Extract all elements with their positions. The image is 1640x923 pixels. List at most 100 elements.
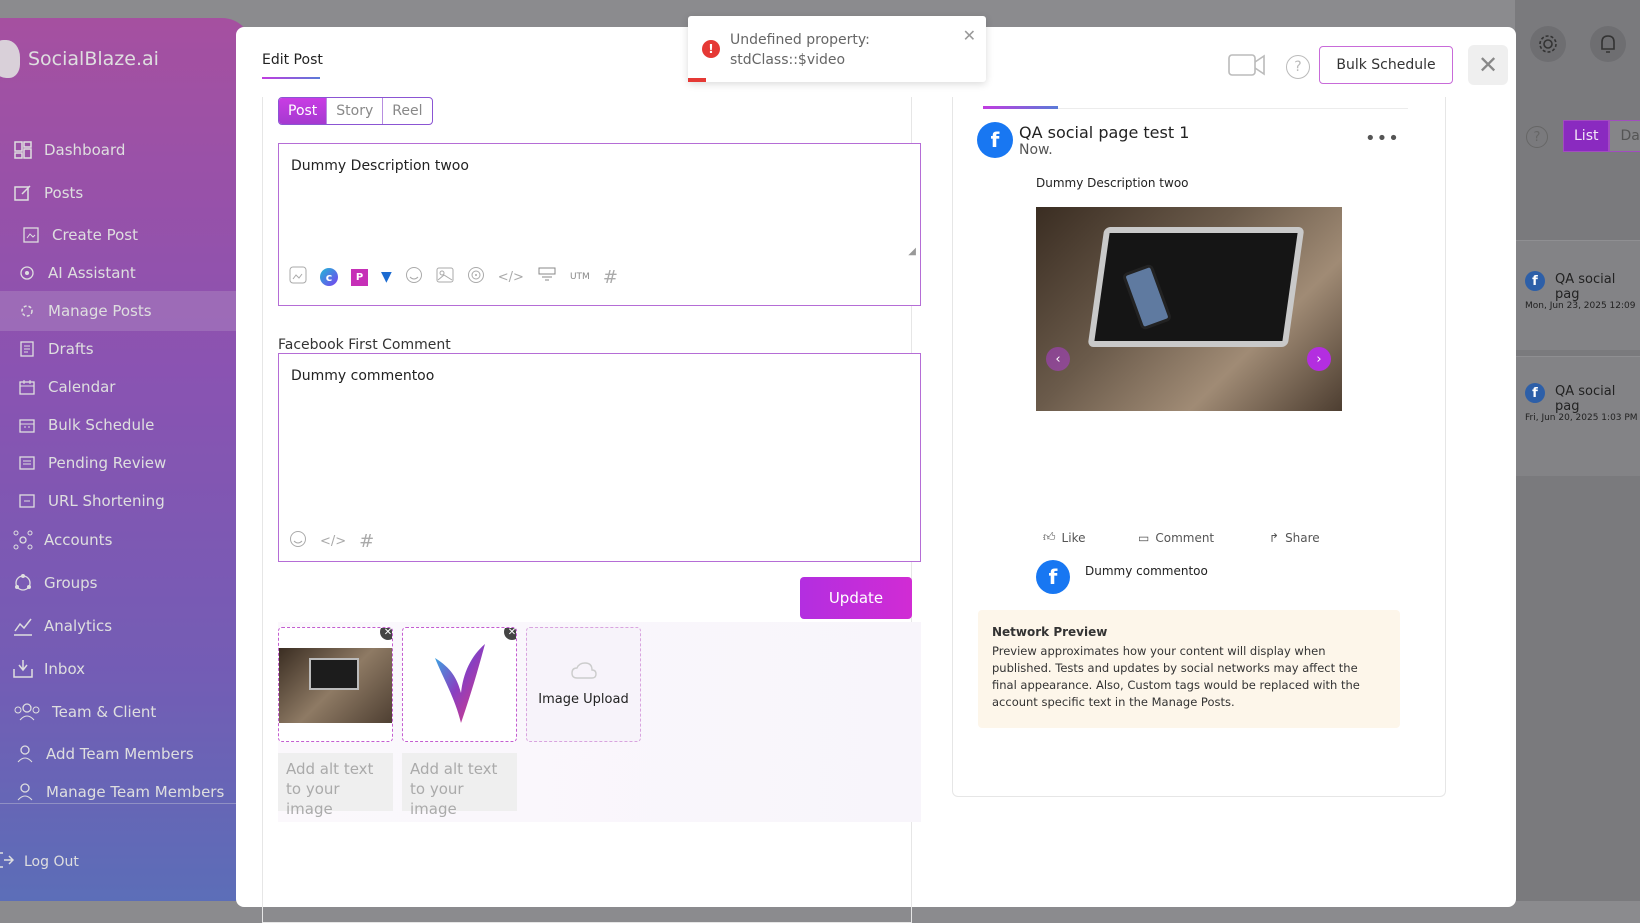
video-icon[interactable]: [1228, 53, 1266, 81]
background-help-icon[interactable]: ?: [1526, 126, 1548, 148]
hashtag-icon[interactable]: #: [359, 531, 374, 552]
facebook-icon: f: [1525, 271, 1545, 291]
sidebar-item-add-team-members[interactable]: Add Team Members: [0, 734, 252, 774]
sidebar-item-label: Posts: [44, 184, 84, 202]
sidebar-item-manage-posts[interactable]: Manage Posts: [0, 291, 252, 331]
header-icons: ?: [1228, 53, 1310, 81]
close-modal-button[interactable]: ✕: [1468, 45, 1508, 85]
vista-icon[interactable]: ▼: [381, 269, 392, 285]
update-button[interactable]: Update: [800, 577, 912, 619]
error-toast: ! Undefined property: stdClass::$video ✕: [688, 16, 986, 82]
sidebar-item-label: URL Shortening: [48, 492, 165, 510]
target-icon[interactable]: [467, 266, 485, 288]
sidebar-item-analytics[interactable]: Analytics: [0, 606, 252, 646]
card-time: Fri, Jun 20, 2025 1:03 PM: [1525, 413, 1638, 423]
tab-story[interactable]: Story: [327, 98, 384, 124]
tab-edit-post[interactable]: Edit Post: [262, 52, 323, 68]
comment-icon: ▭: [1138, 530, 1150, 545]
like-button[interactable]: 👍︎ Like: [1043, 530, 1138, 545]
sidebar-item-create-post[interactable]: Create Post: [0, 215, 252, 255]
emoji-icon[interactable]: [289, 530, 307, 552]
settings-icon[interactable]: [1530, 26, 1566, 62]
canva-icon[interactable]: c: [320, 268, 338, 286]
alt-text-input[interactable]: Add alt text to your image: [278, 753, 393, 818]
share-icon: ↱: [1269, 530, 1280, 545]
manage-posts-icon: [16, 300, 38, 322]
stamp-icon[interactable]: [537, 266, 557, 288]
sidebar-item-label: Groups: [44, 574, 98, 592]
like-label: Like: [1061, 530, 1086, 545]
sidebar-item-drafts[interactable]: Drafts: [0, 329, 252, 369]
add-team-members-icon: [14, 743, 36, 765]
analytics-icon: [12, 615, 34, 637]
url-shortening-icon: [16, 490, 38, 512]
posts-icon: [12, 182, 34, 204]
sidebar-item-dashboard[interactable]: Dashboard: [0, 130, 252, 170]
toast-close-button[interactable]: ✕: [963, 26, 976, 45]
resize-handle-icon[interactable]: ◢: [908, 246, 916, 257]
tab-list[interactable]: List: [1563, 120, 1610, 152]
utm-icon[interactable]: UTM: [570, 272, 590, 282]
preview-comment: Dummy commentoo: [1085, 564, 1208, 578]
sidebar-item-team-client[interactable]: Team & Client: [0, 692, 252, 732]
bell-icon[interactable]: [1590, 26, 1626, 62]
tab-post[interactable]: Post: [279, 98, 328, 124]
image-upload-button[interactable]: Image Upload: [526, 627, 641, 742]
media-thumbnail[interactable]: ✕: [278, 627, 393, 742]
comment-label: Comment: [1155, 530, 1215, 545]
description-textarea[interactable]: Dummy Description twoo ◢ c P ▼ </> UTM #: [278, 143, 921, 306]
more-options-icon[interactable]: •••: [1365, 128, 1400, 149]
emoji-icon[interactable]: [405, 266, 423, 288]
image-edit-icon[interactable]: [289, 266, 307, 288]
logout-icon: [0, 851, 15, 873]
sidebar-item-inbox[interactable]: Inbox: [0, 649, 252, 689]
post-type-tabs: Post Story Reel: [278, 97, 433, 125]
preview-tab-underline: [983, 106, 1058, 109]
preview-page-name: QA social page test 1: [1019, 123, 1190, 142]
comment-button[interactable]: ▭ Comment: [1138, 530, 1269, 545]
remove-media-button[interactable]: ✕: [504, 628, 516, 640]
pending-review-icon: [16, 452, 38, 474]
share-button[interactable]: ↱ Share: [1269, 530, 1381, 545]
picsart-icon[interactable]: P: [351, 268, 368, 286]
sidebar-item-url-shortening[interactable]: URL Shortening: [0, 481, 252, 521]
app-logo[interactable]: SocialBlaze.ai: [0, 40, 159, 78]
sidebar-item-pending-review[interactable]: Pending Review: [0, 443, 252, 483]
sidebar: SocialBlaze.ai Dashboard Posts Create Po…: [0, 18, 252, 901]
tab-day[interactable]: Day: [1609, 120, 1640, 152]
sidebar-item-bulk-schedule[interactable]: Bulk Schedule: [0, 405, 252, 445]
card-page-name: QA social pag: [1555, 384, 1616, 414]
bulk-schedule-button[interactable]: Bulk Schedule: [1319, 46, 1453, 84]
toast-message: Undefined property: stdClass::$video: [730, 32, 870, 68]
first-comment-textarea[interactable]: Dummy commentoo </> #: [278, 353, 921, 562]
preview-actions: 👍︎ Like ▭ Comment ↱ Share: [1043, 530, 1381, 545]
sidebar-item-groups[interactable]: Groups: [0, 563, 252, 603]
sidebar-divider: [0, 803, 252, 804]
logout-button[interactable]: Log Out: [0, 851, 79, 873]
help-icon[interactable]: ?: [1286, 55, 1310, 79]
carousel-next-button[interactable]: ›: [1307, 347, 1331, 371]
error-icon: !: [702, 40, 720, 58]
tab-reel[interactable]: Reel: [383, 98, 431, 124]
media-thumbnail[interactable]: ✕: [402, 627, 517, 742]
toast-progress-bar: [688, 78, 706, 82]
sidebar-item-manage-team-members[interactable]: Manage Team Members: [0, 772, 252, 812]
sidebar-item-label: Team & Client: [52, 703, 157, 721]
sidebar-item-posts[interactable]: Posts: [0, 173, 252, 213]
code-icon[interactable]: </>: [498, 270, 524, 285]
remove-media-button[interactable]: ✕: [380, 628, 392, 640]
sidebar-item-label: Manage Team Members: [46, 783, 225, 801]
description-toolbar: c P ▼ </> UTM #: [289, 266, 618, 288]
gallery-icon[interactable]: [436, 266, 454, 288]
hashtag-icon[interactable]: #: [603, 267, 618, 288]
carousel-prev-button[interactable]: ‹: [1046, 347, 1070, 371]
sidebar-item-ai-assistant[interactable]: AI Assistant: [0, 253, 252, 293]
sidebar-item-calendar[interactable]: Calendar: [0, 367, 252, 407]
background-post-card[interactable]: f QA social pag Mon, Jun 23, 2025 12:09: [1515, 240, 1640, 350]
create-post-icon: [20, 224, 42, 246]
alt-text-input[interactable]: Add alt text to your image: [402, 753, 517, 818]
code-icon[interactable]: </>: [320, 534, 346, 549]
background-post-card[interactable]: f QA social pag Fri, Jun 20, 2025 1:03 P…: [1515, 356, 1640, 476]
comment-toolbar: </> #: [289, 530, 374, 552]
sidebar-item-accounts[interactable]: Accounts: [0, 520, 252, 560]
